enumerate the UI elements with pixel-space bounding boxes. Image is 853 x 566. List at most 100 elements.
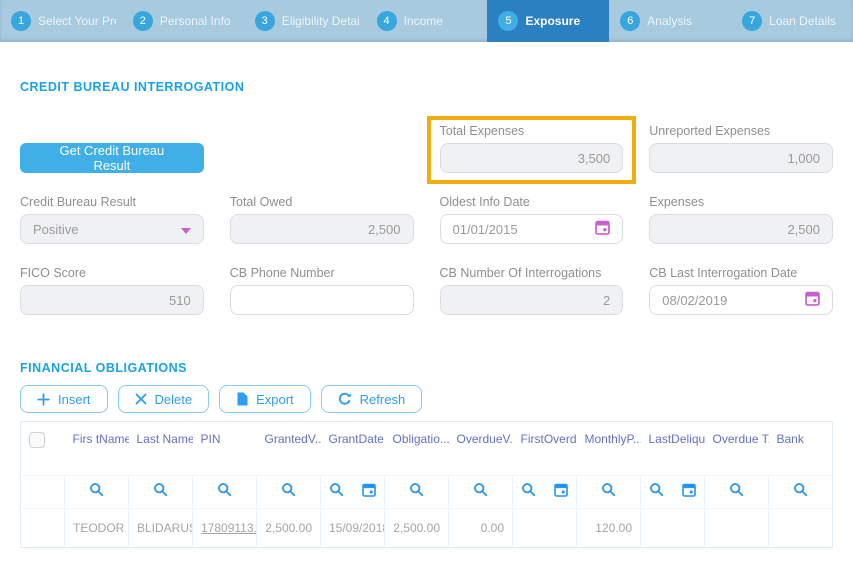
filter-pin[interactable]: [193, 476, 257, 509]
step-analysis[interactable]: 6 Analysis: [609, 0, 731, 42]
cb-phone-number-input[interactable]: [230, 285, 414, 315]
step-label: Eligibility Details: [282, 14, 360, 28]
plus-icon: [37, 393, 50, 406]
step-exposure-active[interactable]: 5 Exposure: [487, 0, 609, 42]
total-expenses-input[interactable]: 3,500: [440, 143, 624, 173]
search-icon[interactable]: [473, 484, 488, 501]
table-row: TEODOR BLIDARUS 17809113... 2,500.00 15/…: [21, 509, 833, 548]
search-icon[interactable]: [601, 484, 616, 501]
search-icon[interactable]: [217, 484, 232, 501]
export-button[interactable]: Export: [219, 385, 311, 413]
column-header-lastname[interactable]: Last Name: [129, 422, 193, 476]
oldest-info-date-input[interactable]: 01/01/2015: [440, 214, 624, 244]
search-icon[interactable]: [329, 482, 344, 502]
field-unreported-expenses: Unreported Expenses 1,000: [649, 124, 833, 173]
step-income[interactable]: 4 Income: [366, 0, 488, 42]
fico-score-input[interactable]: 510: [20, 285, 204, 315]
step-label: Loan Details: [769, 14, 836, 28]
step-label: Select Your Produ: [38, 14, 116, 28]
filter-lastdelinquency[interactable]: [641, 476, 705, 509]
refresh-label: Refresh: [360, 392, 406, 407]
table-header-row: Firs tName Last Name PIN GrantedV... Gra…: [21, 422, 833, 476]
filter-overduetime[interactable]: [705, 476, 769, 509]
total-expenses-label: Total Expenses: [440, 124, 624, 138]
field-fico-score: FICO Score 510: [20, 266, 204, 315]
column-header-overduetime[interactable]: Overdue T...: [705, 422, 769, 476]
column-header-obligation[interactable]: Obligatio...: [385, 422, 449, 476]
step-number-badge: 7: [742, 11, 762, 31]
column-header-firstoverdue[interactable]: FirstOverd...: [513, 422, 577, 476]
column-header-bank[interactable]: Bank: [769, 422, 833, 476]
calendar-icon[interactable]: [554, 483, 568, 502]
column-header-grantedvalue[interactable]: GrantedV...: [257, 422, 321, 476]
pin-link[interactable]: 17809113...: [201, 521, 257, 535]
search-icon[interactable]: [409, 484, 424, 501]
credit-bureau-result-select[interactable]: Positive: [20, 214, 204, 244]
field-oldest-info-date: Oldest Info Date 01/01/2015: [440, 195, 624, 244]
select-all-cell: [21, 422, 65, 476]
cell-lastdelinquency: [641, 509, 705, 548]
step-label: Exposure: [525, 14, 580, 28]
search-icon[interactable]: [89, 484, 104, 501]
step-loan-details[interactable]: 7 Loan Details: [731, 0, 853, 42]
filter-grantdate[interactable]: [321, 476, 385, 509]
delete-button[interactable]: Delete: [118, 385, 210, 413]
step-number-badge: 6: [620, 11, 640, 31]
unreported-expenses-input[interactable]: 1,000: [649, 143, 833, 173]
cb-last-interrogation-date-label: CB Last Interrogation Date: [649, 266, 833, 280]
total-owed-input[interactable]: 2,500: [230, 214, 414, 244]
table-filter-row: [21, 476, 833, 509]
credit-bureau-section-title: CREDIT BUREAU INTERROGATION: [20, 80, 833, 94]
step-select-your-product[interactable]: 1 Select Your Produ: [0, 0, 122, 42]
filter-overduevalue[interactable]: [449, 476, 513, 509]
step-label: Income: [404, 14, 443, 28]
column-header-grantdate[interactable]: GrantDate: [321, 422, 385, 476]
financial-obligations-section-title: FINANCIAL OBLIGATIONS: [20, 361, 833, 375]
calendar-icon[interactable]: [805, 291, 820, 309]
filter-bank[interactable]: [769, 476, 833, 509]
search-icon[interactable]: [729, 484, 744, 501]
filter-grantedvalue[interactable]: [257, 476, 321, 509]
cell-overduetime: [705, 509, 769, 548]
filter-lastname[interactable]: [129, 476, 193, 509]
filter-monthlypayment[interactable]: [577, 476, 641, 509]
cell-firstname: TEODOR: [65, 509, 129, 548]
select-all-checkbox[interactable]: [29, 432, 45, 448]
close-icon: [135, 393, 147, 405]
column-header-pin[interactable]: PIN: [193, 422, 257, 476]
filter-obligation[interactable]: [385, 476, 449, 509]
calendar-icon[interactable]: [682, 483, 696, 502]
cb-phone-number-label: CB Phone Number: [230, 266, 414, 280]
get-credit-bureau-result-button[interactable]: Get Credit Bureau Result: [20, 143, 204, 173]
column-header-overduevalue[interactable]: OverdueV...: [449, 422, 513, 476]
filter-firstname[interactable]: [65, 476, 129, 509]
cell-grantdate: 15/09/2018: [321, 509, 385, 548]
cb-last-interrogation-date-input[interactable]: 08/02/2019: [649, 285, 833, 315]
step-eligibility-details[interactable]: 3 Eligibility Details: [244, 0, 366, 42]
column-header-firstname[interactable]: Firs tName: [65, 422, 129, 476]
cell-obligation: 2,500.00: [385, 509, 449, 548]
refresh-button[interactable]: Refresh: [321, 385, 423, 413]
column-header-lastdelinquency[interactable]: LastDeliqu...: [641, 422, 705, 476]
search-icon[interactable]: [521, 482, 536, 502]
search-icon[interactable]: [649, 482, 664, 502]
export-label: Export: [256, 392, 294, 407]
table-toolbar: Insert Delete Export Refresh: [20, 385, 833, 413]
cb-number-of-interrogations-input[interactable]: 2: [440, 285, 624, 315]
search-icon[interactable]: [281, 484, 296, 501]
filter-firstoverdue[interactable]: [513, 476, 577, 509]
step-number-badge: 2: [133, 11, 153, 31]
search-icon[interactable]: [793, 484, 808, 501]
step-personal-info[interactable]: 2 Personal Info: [122, 0, 244, 42]
expenses-input[interactable]: 2,500: [649, 214, 833, 244]
field-total-expenses: Total Expenses 3,500: [440, 124, 624, 173]
financial-obligations-table: Firs tName Last Name PIN GrantedV... Gra…: [20, 421, 833, 548]
column-header-monthlypayment[interactable]: MonthlyP...: [577, 422, 641, 476]
row-select-cell[interactable]: [21, 509, 65, 548]
calendar-icon[interactable]: [595, 220, 610, 238]
calendar-icon[interactable]: [362, 483, 376, 502]
insert-button[interactable]: Insert: [20, 385, 108, 413]
search-icon[interactable]: [153, 484, 168, 501]
cell-monthlypayment: 120.00: [577, 509, 641, 548]
field-expenses: Expenses 2,500: [649, 195, 833, 244]
